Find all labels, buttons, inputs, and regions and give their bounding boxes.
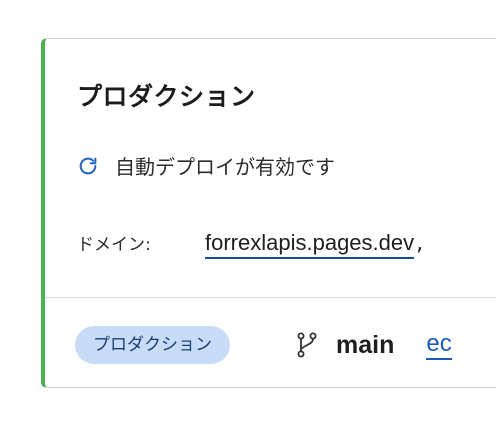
divider [45, 297, 496, 298]
domain-label: ドメイン: [77, 235, 151, 255]
environment-badge: プロダクション [75, 326, 230, 364]
card-title: プロダクション [77, 82, 256, 111]
domain-link[interactable]: forrexlapis.pages.dev [205, 230, 415, 259]
deployment-footer: プロダクション main ec [75, 326, 452, 364]
git-branch-icon [296, 332, 336, 358]
status-text: 自動デプロイが有効です [115, 155, 335, 179]
branch-info: main [296, 331, 394, 360]
commit-link[interactable]: ec [426, 330, 452, 360]
production-deployment-card: プロダクション 自動デプロイが有効です ドメイン: forrexlapis.pa… [41, 38, 496, 388]
refresh-icon [77, 155, 99, 177]
domain-separator: , [416, 231, 424, 256]
domain-row: ドメイン: forrexlapis.pages.dev , [77, 230, 423, 259]
auto-deploy-status: 自動デプロイが有効です [77, 151, 335, 180]
branch-name: main [336, 330, 395, 359]
